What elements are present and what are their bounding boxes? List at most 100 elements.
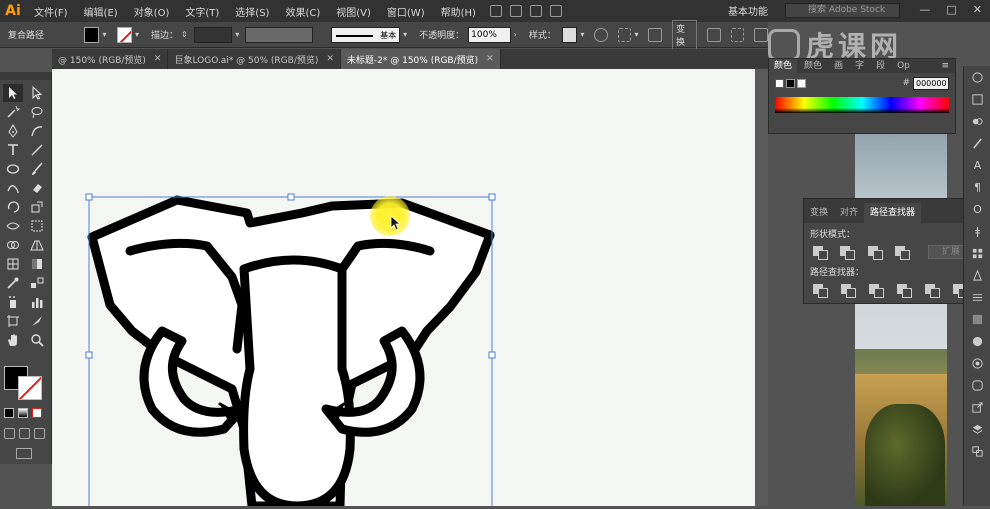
stroke-weight-input[interactable] bbox=[193, 26, 233, 43]
tab-character[interactable]: 字 bbox=[850, 59, 869, 73]
canvas[interactable] bbox=[52, 69, 768, 509]
white-swatch[interactable] bbox=[797, 78, 806, 88]
symbol-sprayer-tool-icon[interactable] bbox=[3, 293, 23, 311]
scale-tool-icon[interactable] bbox=[27, 198, 47, 216]
stroke-stepper-icon[interactable]: ⇕ bbox=[181, 30, 188, 39]
character-icon[interactable]: A bbox=[964, 154, 990, 176]
stroke-swatch[interactable] bbox=[116, 26, 132, 43]
blend-tool-icon[interactable] bbox=[27, 274, 47, 292]
brush-definition[interactable]: 基本 bbox=[330, 26, 401, 43]
tab-paragraph[interactable]: 段 bbox=[871, 59, 890, 73]
chevron-down-icon[interactable]: ▾ bbox=[135, 30, 139, 39]
artboards-icon[interactable] bbox=[964, 440, 990, 462]
isolate-group-icon[interactable] bbox=[707, 27, 721, 42]
mesh-tool-icon[interactable] bbox=[3, 255, 23, 273]
chevron-down-icon[interactable]: ▾ bbox=[235, 30, 239, 39]
libraries-icon[interactable] bbox=[964, 66, 990, 88]
close-icon[interactable]: ✕ bbox=[326, 54, 334, 64]
tab-color[interactable]: 颜色 bbox=[769, 59, 798, 73]
opentype-icon[interactable]: O bbox=[964, 198, 990, 220]
tab-document-1[interactable]: @ 150% (RGB/预览) ✕ bbox=[52, 49, 169, 69]
curvature-tool-icon[interactable] bbox=[27, 122, 47, 140]
intersect-icon[interactable] bbox=[867, 245, 884, 260]
menu-help[interactable]: 帮助(H) bbox=[433, 4, 484, 19]
divide-icon[interactable] bbox=[812, 283, 828, 298]
slice-tool-icon[interactable] bbox=[27, 312, 47, 330]
stock-search-input[interactable]: 搜索 Adobe Stock bbox=[785, 3, 900, 18]
exclude-icon[interactable] bbox=[894, 245, 911, 260]
column-graph-tool-icon[interactable] bbox=[27, 293, 47, 311]
select-similar-icon[interactable] bbox=[730, 27, 745, 42]
shaper-tool-icon[interactable] bbox=[3, 179, 23, 197]
minus-front-icon[interactable] bbox=[839, 245, 856, 260]
gradient-mode-swatch[interactable] bbox=[18, 408, 28, 418]
trim-icon[interactable] bbox=[840, 283, 856, 298]
stock-icon[interactable] bbox=[509, 5, 522, 17]
crop-icon[interactable] bbox=[896, 283, 912, 298]
menu-edit[interactable]: 编辑(E) bbox=[76, 4, 126, 19]
chevron-down-icon[interactable]: ▾ bbox=[403, 30, 407, 39]
close-icon[interactable]: ✕ bbox=[973, 3, 982, 16]
arrange-documents-icon[interactable] bbox=[529, 5, 542, 17]
properties-icon[interactable] bbox=[964, 88, 990, 110]
panel-menu-icon[interactable] bbox=[754, 27, 768, 42]
menu-window[interactable]: 窗口(W) bbox=[379, 4, 433, 19]
direct-selection-tool-icon[interactable] bbox=[27, 84, 47, 102]
shape-builder-tool-icon[interactable] bbox=[3, 236, 23, 254]
tab-brushes[interactable]: 画 bbox=[829, 59, 848, 73]
outline-icon[interactable] bbox=[924, 283, 940, 298]
brushes-icon[interactable] bbox=[964, 132, 990, 154]
chevron-right-icon[interactable]: › bbox=[514, 30, 517, 39]
free-transform-tool-icon[interactable] bbox=[27, 217, 47, 235]
graphic-style-swatch[interactable] bbox=[561, 26, 578, 43]
gradient-tool-icon[interactable] bbox=[27, 255, 47, 273]
workspace-switcher[interactable]: 基本功能 bbox=[728, 3, 768, 18]
tab-elephant-logo[interactable]: 巨象LOGO.ai* @ 50% (RGB/预览) ✕ bbox=[168, 49, 341, 69]
line-segment-tool-icon[interactable] bbox=[27, 141, 47, 159]
graphic-styles-icon[interactable] bbox=[964, 374, 990, 396]
eraser-tool-icon[interactable] bbox=[27, 179, 47, 197]
pen-tool-icon[interactable] bbox=[3, 122, 23, 140]
hand-tool-icon[interactable] bbox=[3, 331, 23, 349]
panel-menu-icon[interactable]: ≡ bbox=[941, 59, 955, 73]
artboard-tool-icon[interactable] bbox=[3, 312, 23, 330]
menu-select[interactable]: 选择(S) bbox=[227, 4, 277, 19]
menu-effect[interactable]: 效果(C) bbox=[277, 4, 328, 19]
align-to-selection-icon[interactable] bbox=[617, 27, 632, 42]
tab-color-guide[interactable]: 颜色 bbox=[799, 59, 827, 73]
transform-button[interactable]: 变换 bbox=[672, 19, 698, 50]
hex-input[interactable]: 000000 bbox=[913, 76, 949, 90]
none-swatch[interactable] bbox=[775, 78, 784, 88]
type-tool-icon[interactable] bbox=[3, 141, 23, 159]
paragraph-icon[interactable]: ¶ bbox=[964, 176, 990, 198]
lasso-tool-icon[interactable] bbox=[27, 103, 47, 121]
menu-file[interactable]: 文件(F) bbox=[26, 4, 76, 19]
magic-wand-tool-icon[interactable] bbox=[3, 103, 23, 121]
chevron-down-icon[interactable]: ▾ bbox=[102, 30, 106, 39]
width-tool-icon[interactable] bbox=[3, 217, 23, 235]
eyedropper-tool-icon[interactable] bbox=[3, 274, 23, 292]
gradient-icon[interactable] bbox=[964, 308, 990, 330]
opacity-input[interactable]: 100% bbox=[468, 26, 511, 43]
elephant-logo-artwork[interactable] bbox=[87, 195, 495, 509]
tab-transform[interactable]: 变换 bbox=[804, 203, 834, 223]
maximize-icon[interactable]: □ bbox=[946, 3, 956, 16]
stroke-color-box[interactable] bbox=[18, 376, 42, 400]
tab-untitled-2[interactable]: 未标题-2* @ 150% (RGB/预览) ✕ bbox=[340, 49, 501, 69]
transparency-icon[interactable] bbox=[964, 330, 990, 352]
appearance-icon[interactable] bbox=[964, 352, 990, 374]
minimize-icon[interactable]: — bbox=[919, 3, 930, 16]
align-options-icon[interactable] bbox=[648, 27, 662, 42]
menu-object[interactable]: 对象(O) bbox=[126, 4, 178, 19]
symbols-icon[interactable] bbox=[964, 264, 990, 286]
tab-align[interactable]: 对齐 bbox=[834, 203, 864, 223]
gpu-performance-icon[interactable] bbox=[549, 5, 562, 17]
unite-icon[interactable] bbox=[812, 245, 829, 260]
tab-pathfinder[interactable]: 路径查找器 bbox=[864, 203, 922, 223]
draw-behind-icon[interactable] bbox=[19, 428, 30, 439]
glyphs-icon[interactable]: ǂ bbox=[964, 220, 990, 242]
merge-icon[interactable] bbox=[868, 283, 884, 298]
color-spectrum[interactable] bbox=[775, 97, 949, 113]
variable-width-profile[interactable] bbox=[245, 26, 313, 43]
layers-icon[interactable] bbox=[964, 418, 990, 440]
